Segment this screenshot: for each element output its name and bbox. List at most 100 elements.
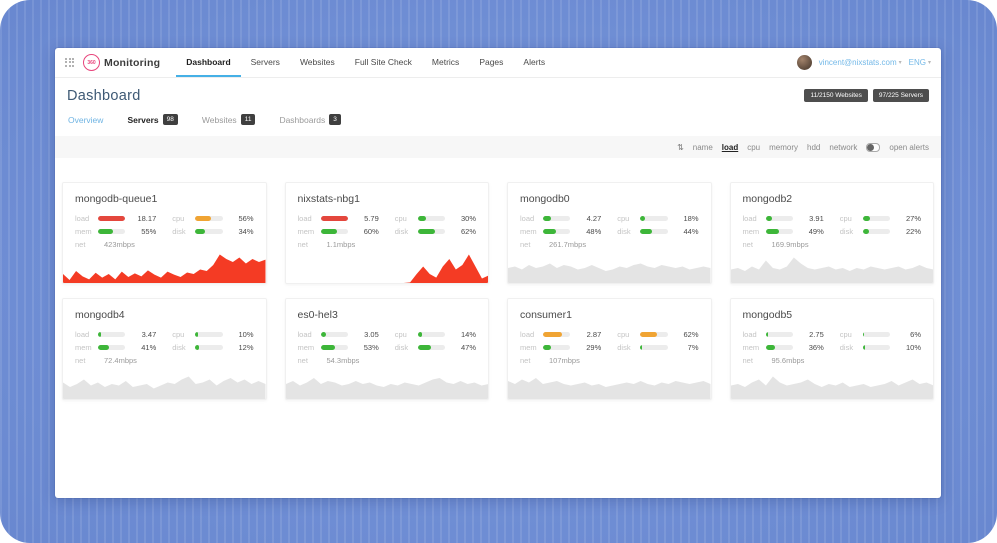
metric-value: 48% [575,227,601,236]
metric-label: net [743,240,761,249]
sort-option-cpu[interactable]: cpu [747,143,760,152]
avatar[interactable] [797,55,812,70]
metric-label: disk [395,227,413,236]
sparkline-chart [63,253,266,283]
metric-label: mem [75,343,93,352]
user-menu[interactable]: vincent@nixstats.com ▾ [819,58,902,67]
metric-row-net: net 107mbps [520,354,601,367]
metric-value: 62% [450,227,476,236]
server-card[interactable]: es0-hel3 load 3.05 mem 53% net 54.3mbps … [285,298,490,400]
net-value: 95.6mbps [766,356,805,365]
metric-value: 7% [673,343,699,352]
metric-row-disk: disk 44% [617,225,698,238]
metric-bar [321,332,348,337]
nav-items: Dashboard Servers Websites Full Site Che… [176,48,555,77]
metric-bar [98,332,125,337]
app-window: 360 Monitoring Dashboard Servers Website… [55,48,941,498]
metric-label: cpu [617,330,635,339]
server-card[interactable]: mongodb0 load 4.27 mem 48% net 261.7mbps… [507,182,712,284]
sparkline-chart [508,253,711,283]
metric-row-net: net 169.9mbps [743,238,824,251]
tab-count-badge: 11 [241,114,256,125]
sort-option-hdd[interactable]: hdd [807,143,820,152]
metric-bar [640,332,667,337]
metric-bar [543,332,570,337]
nav-item-pages[interactable]: Pages [469,48,513,77]
metric-label: disk [617,343,635,352]
metric-bar-fill [766,229,779,234]
metric-bar-fill [418,216,426,221]
metric-value: 22% [895,227,921,236]
cards-grid: mongodb-queue1 load 18.17 mem 55% net 42… [55,158,941,400]
net-value: 423mbps [98,240,135,249]
sort-option-load[interactable]: load [722,143,738,152]
nav-item-metrics[interactable]: Metrics [422,48,469,77]
metric-label: cpu [840,330,858,339]
page-title: Dashboard [67,88,141,104]
metric-row-mem: mem 49% [743,225,824,238]
metric-row-cpu: cpu 56% [172,212,253,225]
server-card[interactable]: mongodb2 load 3.91 mem 49% net 169.9mbps… [730,182,935,284]
metric-row-load: load 3.05 [298,328,379,341]
sort-option-memory[interactable]: memory [769,143,798,152]
server-card[interactable]: nixstats-nbg1 load 5.79 mem 60% net 1.1m… [285,182,490,284]
metric-bar-fill [766,216,773,221]
metric-label: mem [520,343,538,352]
nav-item-servers[interactable]: Servers [241,48,290,77]
nav-item-full-site-check[interactable]: Full Site Check [345,48,422,77]
metric-row-load: load 3.91 [743,212,824,225]
sort-option-open-alerts[interactable]: open alerts [889,143,929,152]
metric-bar [321,229,348,234]
apps-grid-icon[interactable] [65,58,75,68]
open-alerts-toggle-icon[interactable] [866,143,880,152]
metric-label: net [520,240,538,249]
nav-item-dashboard[interactable]: Dashboard [176,48,240,77]
metric-value: 30% [450,214,476,223]
metric-bar [418,345,445,350]
metric-bar [766,345,793,350]
metric-bar-fill [195,332,198,337]
metric-bar-fill [543,229,556,234]
metric-bar [640,229,667,234]
metric-bar [543,345,570,350]
tab-dashboards[interactable]: Dashboards 3 [279,114,340,125]
metric-row-disk: disk 62% [395,225,476,238]
metric-row-cpu: cpu 6% [840,328,921,341]
metric-bar-fill [321,216,348,221]
sort-option-name[interactable]: name [693,143,713,152]
user-email: vincent@nixstats.com [819,58,897,67]
metric-row-net: net 72.4mbps [75,354,156,367]
language-menu[interactable]: ENG ▾ [909,58,931,67]
nav-item-websites[interactable]: Websites [290,48,345,77]
sort-option-network[interactable]: network [829,143,857,152]
page-header: Dashboard 11/2150 Websites 97/225 Server… [55,78,941,104]
tab-websites[interactable]: Websites 11 [202,114,256,125]
metric-label: net [743,356,761,365]
metric-value: 60% [353,227,379,236]
server-stats: load 2.75 mem 36% net 95.6mbps cpu 6% [731,328,934,367]
metric-bar-fill [195,216,210,221]
tab-servers[interactable]: Servers 98 [127,114,177,125]
tab-overview[interactable]: Overview [68,115,103,125]
metric-value: 36% [798,343,824,352]
metric-value: 55% [130,227,156,236]
metric-row-mem: mem 41% [75,341,156,354]
metric-row-mem: mem 36% [743,341,824,354]
metric-label: disk [172,227,190,236]
server-card[interactable]: consumer1 load 2.87 mem 29% net 107mbps … [507,298,712,400]
sparkline-chart [731,369,934,399]
server-card[interactable]: mongodb5 load 2.75 mem 36% net 95.6mbps … [730,298,935,400]
metric-label: net [75,356,93,365]
metric-bar-fill [418,345,431,350]
metric-row-mem: mem 29% [520,341,601,354]
metric-label: load [743,214,761,223]
server-stats: load 18.17 mem 55% net 423mbps cpu 56% [63,212,266,251]
server-card[interactable]: mongodb-queue1 load 18.17 mem 55% net 42… [62,182,267,284]
metric-label: load [75,214,93,223]
nav-item-alerts[interactable]: Alerts [513,48,555,77]
logo[interactable]: 360 Monitoring [83,54,160,71]
metric-row-load: load 2.87 [520,328,601,341]
metric-bar-fill [321,332,327,337]
server-card[interactable]: mongodb4 load 3.47 mem 41% net 72.4mbps … [62,298,267,400]
metric-row-disk: disk 34% [172,225,253,238]
